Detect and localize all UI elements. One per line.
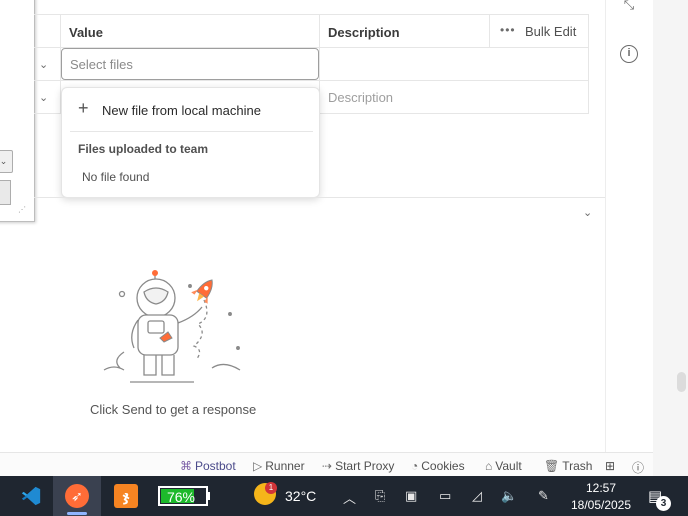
outer-window-background <box>653 0 688 476</box>
battery-percent: 76% <box>166 489 196 505</box>
chevron-down-icon[interactable]: ⌄ <box>39 91 48 104</box>
trash-button[interactable]: 🗑 Trash <box>544 459 592 473</box>
taskbar-app-postman[interactable]: ➶ <box>53 476 101 516</box>
notification-badge: 3 <box>656 496 671 511</box>
vscode-icon <box>21 486 41 506</box>
trash-label: Trash <box>562 459 593 473</box>
pen-icon[interactable]: ✎ <box>538 488 549 504</box>
clock-time: 12:57 <box>585 481 617 495</box>
postman-icon: ➶ <box>65 484 89 508</box>
taskbar-app-xampp[interactable]: ჯ <box>102 476 150 516</box>
battery-tray-icon[interactable]: ▭ <box>439 488 451 504</box>
status-bar: ⌘ Postbot ▷ Runner ⇢ Start Proxy ◔ Cookies ⌂… <box>0 452 653 476</box>
column-header-description: Description <box>328 25 400 40</box>
postbot-label: Postbot <box>195 459 236 473</box>
cookies-label: Cookies <box>421 459 465 473</box>
cookies-button[interactable]: ◔ Cookies <box>411 459 465 473</box>
pen-display-icon[interactable]: ▣ <box>405 488 417 504</box>
weather-temperature[interactable]: 32°C <box>285 488 316 504</box>
astronaut-illustration <box>103 270 241 383</box>
table-header: Value Description ••• Bulk Edit <box>34 15 589 48</box>
windows-taskbar: ➶ ჯ 76% 1 32°C ︿ ⎘ ▣ ▭ ◿ 🔈 ✎ 12:57 18/05… <box>0 476 688 516</box>
select-files-placeholder: Select files <box>70 57 133 72</box>
clock-date: 18/05/2025 <box>570 498 632 512</box>
scrollbar[interactable] <box>677 372 686 392</box>
collapse-icon[interactable]: ⤡ <box>620 0 638 14</box>
vault-icon: ⌂ <box>485 459 493 473</box>
trash-icon: 🗑 <box>544 459 560 473</box>
response-divider <box>34 197 605 198</box>
start-proxy-label: Start Proxy <box>335 459 395 473</box>
panel-button[interactable] <box>0 180 11 205</box>
clock[interactable]: 12:57 18/05/2025 <box>570 480 632 514</box>
cookie-icon: ◔ <box>411 459 419 473</box>
vault-button[interactable]: ⌂ Vault <box>485 459 522 473</box>
postbot-icon: ⌘ <box>180 459 192 473</box>
volume-icon[interactable]: 🔈 <box>501 488 517 504</box>
plus-icon[interactable]: + <box>78 99 89 117</box>
proxy-icon: ⇢ <box>322 459 333 473</box>
chevron-down-icon[interactable]: ⌄ <box>39 58 48 71</box>
no-file-found-text: No file found <box>82 170 150 184</box>
right-sidebar <box>605 0 653 452</box>
file-select-dropdown: + New file from local machine Files uplo… <box>61 87 320 198</box>
play-icon: ▷ <box>253 459 263 473</box>
taskbar-app-vscode[interactable] <box>4 476 52 516</box>
resize-grip-icon[interactable]: ⋰ <box>18 205 26 214</box>
layout-icon[interactable]: ⊞ <box>605 459 615 473</box>
column-divider <box>489 15 490 48</box>
bulk-edit-button[interactable]: Bulk Edit <box>525 24 576 39</box>
panel-dropdown[interactable]: ⌄ <box>0 150 13 173</box>
new-file-from-local-button[interactable]: New file from local machine <box>102 103 261 118</box>
start-proxy-button[interactable]: ⇢ Start Proxy <box>322 459 394 473</box>
info-icon[interactable]: i <box>620 45 638 63</box>
battery-indicator[interactable]: 76% <box>158 486 208 506</box>
xampp-icon: ჯ <box>114 484 138 508</box>
postman-request-panel: ⌄ ⋰ Value Description ••• Bulk Edit ⌄ ⌄ … <box>0 0 605 452</box>
files-uploaded-heading: Files uploaded to team <box>78 142 209 156</box>
chevron-up-icon[interactable]: ︿ <box>343 488 356 507</box>
chevron-down-icon[interactable]: ⌄ <box>583 206 592 219</box>
postbot-button[interactable]: ⌘ Postbot <box>180 459 236 473</box>
description-input[interactable]: Description <box>328 90 393 105</box>
weather-badge: 1 <box>265 482 277 494</box>
wifi-icon[interactable]: ◿ <box>472 488 482 504</box>
divider <box>70 131 313 132</box>
vault-label: Vault <box>495 459 522 473</box>
column-header-value: Value <box>69 25 103 40</box>
response-empty-text: Click Send to get a response <box>90 402 257 417</box>
camera-icon[interactable]: ⎘ <box>375 488 385 504</box>
more-options-icon[interactable]: ••• <box>500 23 516 37</box>
runner-label: Runner <box>265 459 305 473</box>
floating-side-panel: ⌄ ⋰ <box>0 0 35 222</box>
select-files-input[interactable]: Select files <box>61 48 319 80</box>
runner-button[interactable]: ▷ Runner <box>253 459 305 473</box>
battery-tip <box>207 492 210 500</box>
help-icon[interactable]: ⓘ <box>632 459 644 476</box>
